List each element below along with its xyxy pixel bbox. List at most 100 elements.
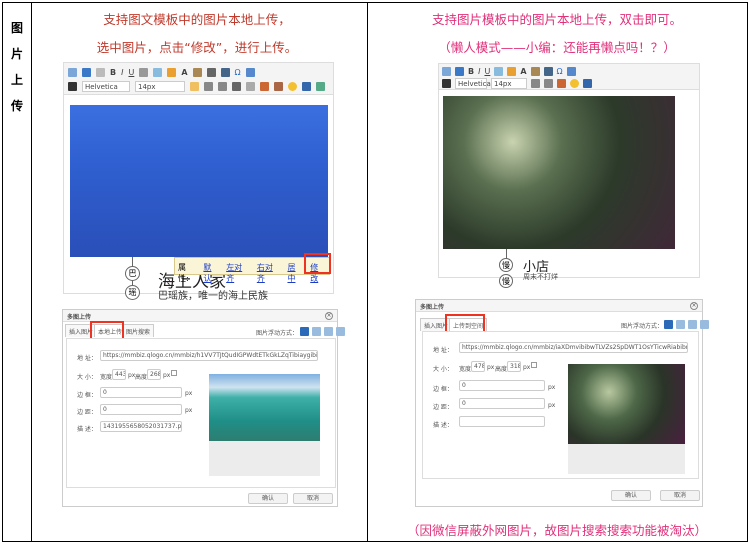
tab-image-search[interactable]: 图片搜索 — [122, 324, 155, 337]
eraser-icon[interactable] — [153, 67, 163, 77]
float-right-icon[interactable] — [688, 320, 697, 329]
align-center-icon[interactable] — [544, 78, 553, 88]
subline: 巴瑶族，唯一的海上民族 — [158, 291, 268, 302]
badge-circle: 慢 — [499, 274, 513, 288]
multi-image-icon[interactable] — [274, 81, 283, 91]
font-color-icon[interactable]: A — [181, 68, 187, 77]
search-icon[interactable] — [442, 78, 451, 88]
image-icon[interactable] — [557, 78, 566, 88]
float-center-icon[interactable] — [336, 327, 345, 336]
italic-icon[interactable]: I — [121, 68, 123, 77]
undo-icon[interactable] — [455, 66, 464, 76]
width-input[interactable]: 443 — [112, 369, 126, 380]
selected-image[interactable] — [70, 105, 328, 257]
float-left-icon[interactable] — [676, 320, 685, 329]
underline-icon[interactable]: U — [128, 68, 134, 77]
popup-center-link[interactable]: 居中 — [287, 262, 303, 283]
undo-icon[interactable] — [82, 67, 91, 77]
float-none-icon[interactable] — [300, 327, 309, 336]
video-icon[interactable] — [302, 81, 311, 91]
border-input[interactable]: 0 — [100, 387, 182, 398]
emoji-icon[interactable] — [288, 81, 297, 91]
align-left-icon[interactable] — [531, 78, 540, 88]
dialog-title: 多图上传 — [416, 300, 702, 312]
right-editor: BIUAΩ Helvetica 14px 慢 慢 小店 周末不打烊 — [438, 63, 700, 288]
confirm-button[interactable]: 确认 — [611, 490, 651, 501]
margin-input[interactable]: 0 — [459, 398, 545, 409]
float-left-icon[interactable] — [312, 327, 321, 336]
redo-icon[interactable] — [96, 67, 105, 77]
description-input[interactable] — [459, 416, 545, 427]
left-caption-2: 选中图片，点击“修改”，进行上传。 — [96, 40, 298, 55]
cancel-button[interactable]: 取消 — [293, 493, 333, 504]
float-none-icon[interactable] — [664, 320, 673, 329]
italic-icon[interactable]: I — [478, 67, 480, 76]
border-input[interactable]: 0 — [459, 380, 545, 391]
link-icon[interactable] — [246, 81, 255, 91]
align-right-icon[interactable] — [218, 81, 227, 91]
height-input[interactable]: 318 — [507, 361, 521, 372]
table-icon[interactable] — [566, 66, 576, 76]
dialog-body: 地 址： https://mmbiz.qlogo.cn/mmbiz/iaXDmv… — [422, 331, 699, 479]
address-input[interactable]: https://mmbiz.qlogo.cn/mmbiz/iaXDmvibibw… — [459, 342, 688, 353]
search-icon[interactable] — [68, 81, 77, 91]
strikethrough-icon[interactable] — [139, 67, 149, 77]
underline-icon[interactable]: U — [484, 67, 490, 76]
float-center-icon[interactable] — [700, 320, 709, 329]
align-center-icon[interactable] — [204, 81, 213, 91]
bold-icon[interactable]: B — [110, 68, 116, 77]
left-upload-dialog: 多图上传 × 插入图片 本地上传 图片搜索 图片浮动方式： 地 址： https… — [62, 309, 345, 507]
lock-ratio-checkbox[interactable] — [171, 370, 177, 376]
height-input[interactable]: 268 — [147, 369, 161, 380]
size-select[interactable]: 14px — [135, 80, 185, 92]
badge-circle: 慢 — [499, 258, 513, 272]
list-icon[interactable] — [220, 67, 230, 77]
badge-circle: 巴 — [125, 266, 140, 281]
image-icon[interactable] — [260, 81, 269, 91]
font-select[interactable]: Helvetica — [455, 77, 491, 89]
popup-align-right-link[interactable]: 右对齐 — [257, 262, 281, 283]
popup-default-link[interactable]: 默认 — [203, 262, 219, 283]
image-preview — [209, 374, 320, 441]
width-input[interactable]: 478 — [471, 361, 485, 372]
html-icon[interactable] — [442, 66, 451, 76]
lock-ratio-checkbox[interactable] — [531, 362, 537, 368]
omega-icon[interactable]: Ω — [235, 68, 241, 77]
popup-align-left-link[interactable]: 左对齐 — [226, 262, 250, 283]
bold-icon[interactable]: B — [468, 67, 474, 76]
left-caption-1: 支持图文模板中的图片本地上传， — [103, 12, 291, 27]
format-brush-icon[interactable] — [507, 66, 517, 76]
left-editor: BIUAΩ Helvetica 14px 巴 瑶 海上人家 巴瑶族，唯一的海上民族… — [63, 62, 334, 302]
omega-icon[interactable]: Ω — [557, 67, 563, 76]
close-icon[interactable]: × — [690, 302, 698, 310]
font-color-icon[interactable]: A — [520, 67, 526, 76]
align-left-icon[interactable] — [190, 81, 199, 91]
font-select[interactable]: Helvetica — [82, 80, 130, 92]
footnote: （因微信屏蔽外网图片，故图片搜索搜索功能被淘汰） — [406, 523, 707, 538]
float-right-icon[interactable] — [324, 327, 333, 336]
justify-icon[interactable] — [232, 81, 241, 91]
column-divider — [367, 3, 368, 541]
description-input[interactable]: 1431955658052031737.png — [100, 421, 182, 432]
highlight-icon[interactable] — [192, 67, 202, 77]
editor-toolbar: BIU A Ω Helvetica 14px — [439, 64, 699, 90]
right-caption-1: 支持图片模板中的图片本地上传，双击即可。 — [431, 12, 682, 27]
format-brush-icon[interactable] — [167, 67, 177, 77]
size-select[interactable]: 14px — [491, 77, 527, 89]
video-icon[interactable] — [583, 78, 592, 88]
margin-input[interactable]: 0 — [100, 404, 182, 415]
highlight-icon[interactable] — [530, 66, 540, 76]
confirm-button[interactable]: 确认 — [248, 493, 288, 504]
table-icon[interactable] — [245, 67, 255, 77]
close-icon[interactable]: × — [325, 312, 333, 320]
emoji-icon[interactable] — [570, 78, 579, 88]
line-height-icon[interactable] — [206, 67, 216, 77]
list-icon[interactable] — [543, 66, 553, 76]
html-icon[interactable] — [68, 67, 77, 77]
side-label: 图片上传 — [10, 21, 23, 113]
address-input[interactable]: https://mmbiz.qlogo.cn/mmbiz/h1VV7TJtQud… — [100, 350, 318, 361]
template-image[interactable] — [443, 96, 675, 249]
cancel-button[interactable]: 取消 — [660, 490, 700, 501]
eraser-icon[interactable] — [494, 66, 504, 76]
map-icon[interactable] — [316, 81, 325, 91]
